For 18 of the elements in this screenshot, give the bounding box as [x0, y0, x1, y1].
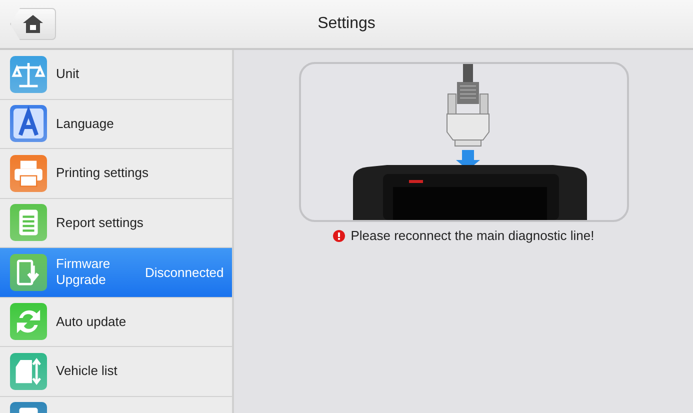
sidebar-item[interactable]: Auto update	[0, 298, 232, 347]
sidebar-item[interactable]: Vehicle list	[0, 347, 232, 396]
sidebar-item[interactable]: Printing settings	[0, 149, 232, 198]
sidebar-item[interactable]: Unit	[0, 50, 232, 100]
letter-icon	[10, 105, 47, 142]
home-button[interactable]	[10, 8, 56, 40]
error-message: Please reconnect the main diagnostic line!	[350, 228, 594, 243]
page-title: Settings	[316, 15, 376, 33]
error-icon	[332, 230, 345, 242]
status-label: Disconnected	[145, 264, 224, 280]
printer-icon	[10, 154, 47, 192]
sidebar-item[interactable]: Firmware Upgrade Disconnected	[0, 248, 232, 298]
scale-icon	[10, 56, 47, 93]
home-icon	[23, 15, 43, 33]
clipboard-icon	[10, 204, 47, 242]
refresh-icon	[10, 303, 47, 340]
download-icon	[10, 254, 47, 291]
sidebar-item[interactable]: Language	[0, 100, 232, 149]
